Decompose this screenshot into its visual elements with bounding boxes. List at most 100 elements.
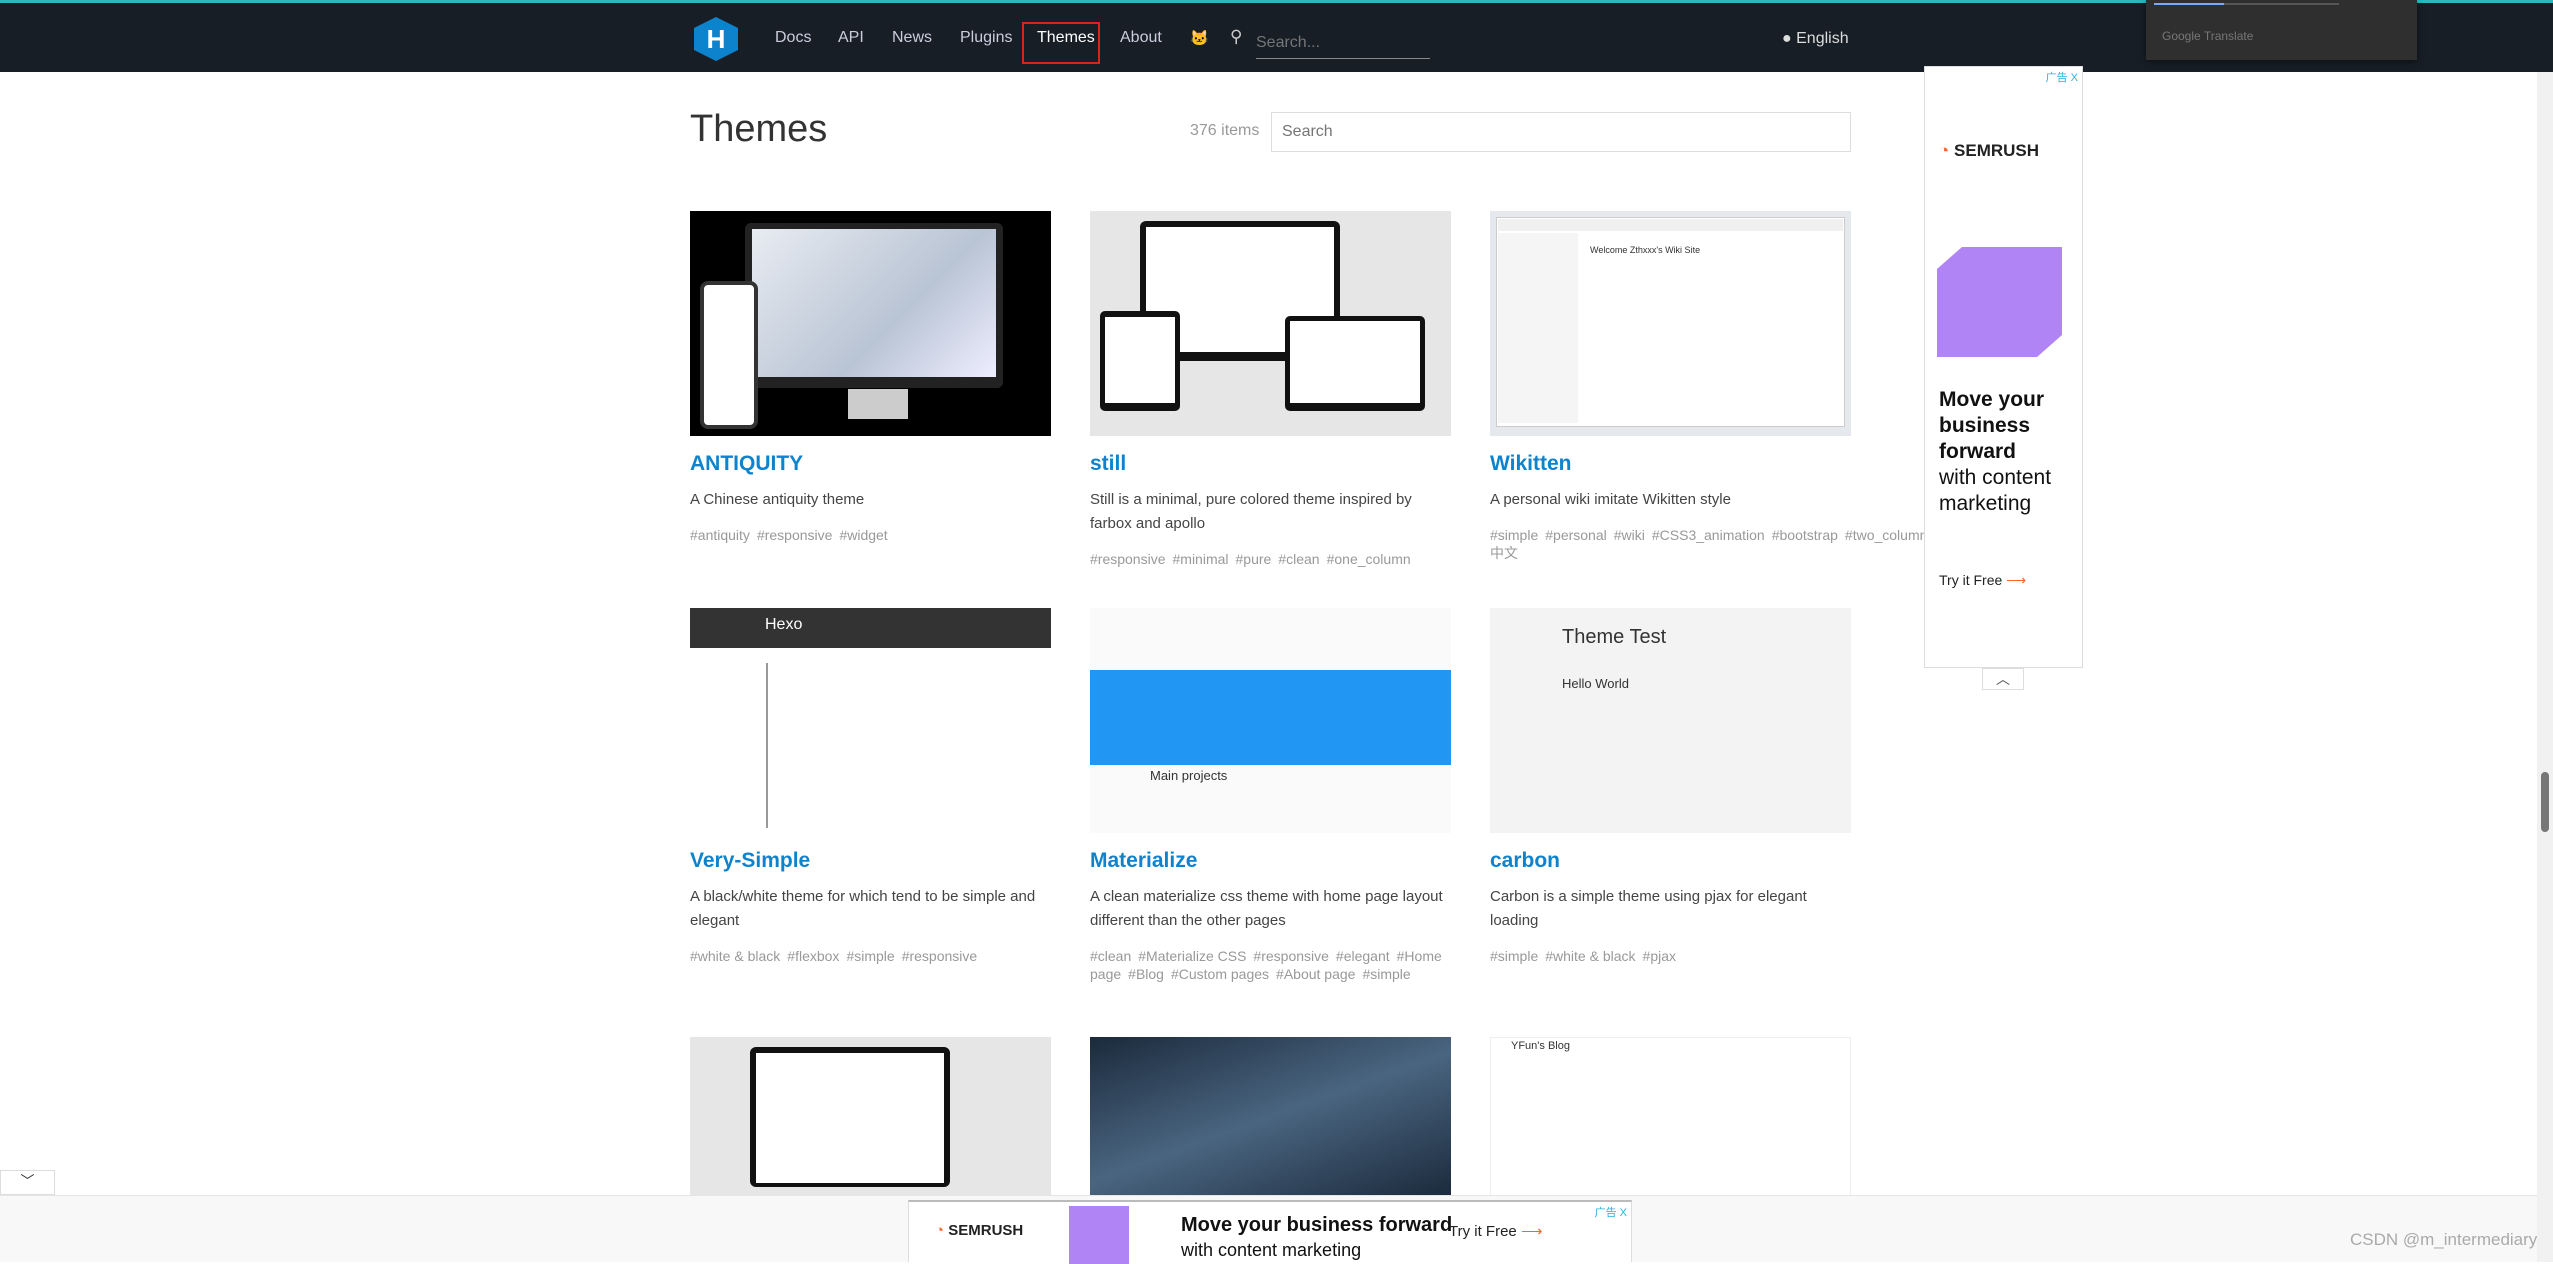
theme-description: A Chinese antiquity theme xyxy=(690,491,865,508)
theme-tags: #antiquity #responsive #widget xyxy=(690,526,1051,544)
tag[interactable]: #one_column xyxy=(1327,551,1411,567)
tag[interactable]: #personal xyxy=(1545,527,1607,543)
theme-tags: #white & black #flexbox #simple #responsive xyxy=(690,947,1051,965)
chevron-down-icon[interactable]: ﹀ xyxy=(0,1170,55,1195)
tag[interactable]: #CSS3_animation xyxy=(1652,527,1765,543)
theme-thumbnail[interactable]: Hexo xyxy=(690,608,1051,833)
tag[interactable]: #responsive xyxy=(902,948,978,964)
scrollbar[interactable] xyxy=(2537,72,2553,1262)
tag[interactable]: #About page xyxy=(1276,966,1355,982)
theme-title[interactable]: still xyxy=(1090,452,1451,476)
tag[interactable]: #flexbox xyxy=(787,948,839,964)
ad-illustration xyxy=(1069,1206,1129,1264)
ad-collapse-button[interactable]: ︿ xyxy=(1982,668,2024,690)
nav-about[interactable]: About xyxy=(1120,29,1162,47)
thumb-text: Hexo xyxy=(765,616,803,633)
tag[interactable]: #responsive xyxy=(1090,551,1166,567)
ad-close-label[interactable]: 广告 X xyxy=(1595,1204,1627,1220)
theme-card xyxy=(690,1037,1051,1197)
theme-thumbnail[interactable] xyxy=(690,211,1051,436)
tag[interactable]: #wiki xyxy=(1614,527,1645,543)
tag[interactable]: #white & black xyxy=(1545,948,1635,964)
tag[interactable]: #simple xyxy=(1362,966,1410,982)
theme-thumbnail[interactable] xyxy=(1090,211,1451,436)
theme-tags: #simple #personal #wiki #CSS3_animation #boo… xyxy=(1490,526,1949,562)
ad-text: business xyxy=(1939,414,2031,437)
nav-search-input[interactable] xyxy=(1256,27,1430,59)
theme-thumbnail[interactable]: Theme Test Hello World xyxy=(1490,608,1851,833)
ad-text: forward xyxy=(1939,440,2017,463)
tag[interactable]: #clean xyxy=(1278,551,1319,567)
theme-tags: #clean #Materialize CSS #responsive #elegan… xyxy=(1090,947,1451,983)
tag[interactable]: #minimal xyxy=(1173,551,1229,567)
theme-description: A personal wiki imitate Wikitten style xyxy=(1490,491,1731,508)
tag[interactable]: #bootstrap xyxy=(1772,527,1838,543)
theme-search-input[interactable] xyxy=(1271,112,1851,152)
translate-progress xyxy=(2154,3,2339,5)
theme-title[interactable]: Very-Simple xyxy=(690,849,1051,873)
globe-icon: ● xyxy=(1782,30,1792,47)
ad-headline: Move your business forward xyxy=(1181,1214,1453,1236)
hexo-logo[interactable]: H xyxy=(694,17,738,61)
ad-text: marketing xyxy=(1939,492,2032,515)
language-label: English xyxy=(1796,30,1849,47)
theme-card: Theme Test Hello World carbon Carbon is … xyxy=(1490,608,1851,965)
theme-title[interactable]: carbon xyxy=(1490,849,1851,873)
theme-thumbnail[interactable]: YFun's Blog xyxy=(1490,1037,1851,1197)
ad-cta[interactable]: Try it Free ⟶ xyxy=(1449,1222,1542,1240)
page-title: Themes xyxy=(690,108,828,150)
ad-close-label[interactable]: 广告 X xyxy=(2046,69,2078,85)
tag[interactable]: #Materialize CSS xyxy=(1138,948,1246,964)
tag[interactable]: #Custom pages xyxy=(1171,966,1269,982)
ad-subheadline: with content marketing xyxy=(1181,1240,1362,1260)
theme-description: Still is a minimal, pure colored theme i… xyxy=(1090,491,1412,532)
tag[interactable]: #Blog xyxy=(1128,966,1164,982)
tag[interactable]: #simple xyxy=(1490,948,1538,964)
translate-label: Google Translate xyxy=(2162,29,2254,43)
github-icon[interactable]: 🐱 xyxy=(1190,29,1209,47)
theme-title[interactable]: Materialize xyxy=(1090,849,1451,873)
advertisement-bottom[interactable]: 广告 X ◔ SEMRUSH Move your business forwar… xyxy=(908,1200,1632,1264)
tag[interactable]: #pure xyxy=(1236,551,1272,567)
ad-text: Move your xyxy=(1939,388,2045,411)
theme-card: Main projects Materialize A clean materi… xyxy=(1090,608,1451,983)
theme-description: A clean materialize css theme with home … xyxy=(1090,888,1443,929)
tag[interactable]: #widget xyxy=(839,527,887,543)
thumb-text: Hello World xyxy=(1562,676,1629,691)
item-count: 376 items xyxy=(1190,122,1260,139)
ad-cta[interactable]: Try it Free ⟶ xyxy=(1939,572,2026,589)
theme-thumbnail[interactable]: Main projects xyxy=(1090,608,1451,833)
theme-thumbnail[interactable]: Welcome Zthxxx's Wiki Site xyxy=(1490,211,1851,436)
tag[interactable]: #two_columns xyxy=(1845,527,1935,543)
theme-thumbnail[interactable] xyxy=(690,1037,1051,1197)
tag[interactable]: #white & black xyxy=(690,948,780,964)
nav-news[interactable]: News xyxy=(892,29,932,47)
tag[interactable]: #antiquity xyxy=(690,527,750,543)
nav-api[interactable]: API xyxy=(838,29,864,47)
tag[interactable]: #simple xyxy=(1490,527,1538,543)
theme-tags: #responsive #minimal #pure #clean #one_colum… xyxy=(1090,550,1451,568)
nav-docs[interactable]: Docs xyxy=(775,29,811,47)
search-icon: ⚲ xyxy=(1230,27,1243,46)
thumb-text: Theme Test xyxy=(1562,626,1667,648)
theme-card: still Still is a minimal, pure colored t… xyxy=(1090,211,1451,568)
tag[interactable]: #clean xyxy=(1090,948,1131,964)
nav-themes[interactable]: Themes xyxy=(1037,29,1095,47)
theme-title[interactable]: Wikitten xyxy=(1490,452,1851,476)
google-translate-popup: Google Translate xyxy=(2146,0,2417,60)
tag[interactable]: #responsive xyxy=(1253,948,1329,964)
theme-thumbnail[interactable] xyxy=(1090,1037,1451,1197)
tag[interactable]: #elegant xyxy=(1336,948,1390,964)
ad-text: with content xyxy=(1939,466,2052,489)
watermark: CSDN @m_intermediary xyxy=(2350,1230,2538,1249)
advertisement-sidebar[interactable]: 广告 X ◔ SEMRUSH Move your business forwar… xyxy=(1924,66,2083,668)
theme-card xyxy=(1090,1037,1451,1197)
theme-title[interactable]: ANTIQUITY xyxy=(690,452,1051,476)
tag[interactable]: #pjax xyxy=(1643,948,1676,964)
language-selector[interactable]: ● English xyxy=(1782,30,1849,48)
tag[interactable]: #responsive xyxy=(757,527,833,543)
nav-plugins[interactable]: Plugins xyxy=(960,29,1012,47)
theme-description: A black/white theme for which tend to be… xyxy=(690,888,1036,929)
thumb-text: Welcome Zthxxx's Wiki Site xyxy=(1590,245,1701,255)
tag[interactable]: #simple xyxy=(846,948,894,964)
